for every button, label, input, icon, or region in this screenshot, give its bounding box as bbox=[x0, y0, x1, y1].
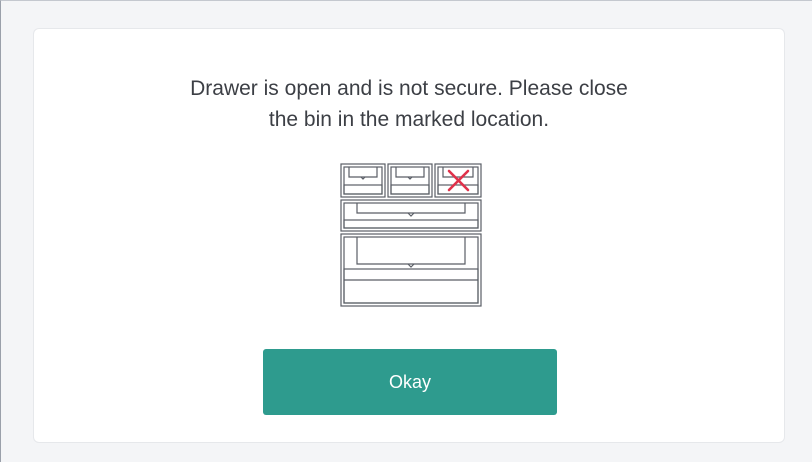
alert-message-line-2: the bin in the marked location. bbox=[268, 108, 550, 131]
okay-button[interactable]: Okay bbox=[263, 349, 557, 415]
small-bin-middle bbox=[387, 163, 433, 198]
x-mark-icon bbox=[447, 169, 470, 192]
alert-dialog: Drawer is open and is not secure. Please… bbox=[34, 29, 784, 442]
alert-message: Drawer is open and is not secure. Please… bbox=[34, 73, 784, 135]
drawer-cabinet-icon bbox=[340, 163, 482, 307]
app-frame: Drawer is open and is not secure. Please… bbox=[0, 0, 812, 462]
large-drawer bbox=[340, 233, 482, 307]
small-bin-left bbox=[340, 163, 386, 198]
alert-message-line-1: Drawer is open and is not secure. Please… bbox=[190, 77, 628, 100]
medium-drawer bbox=[340, 199, 482, 232]
